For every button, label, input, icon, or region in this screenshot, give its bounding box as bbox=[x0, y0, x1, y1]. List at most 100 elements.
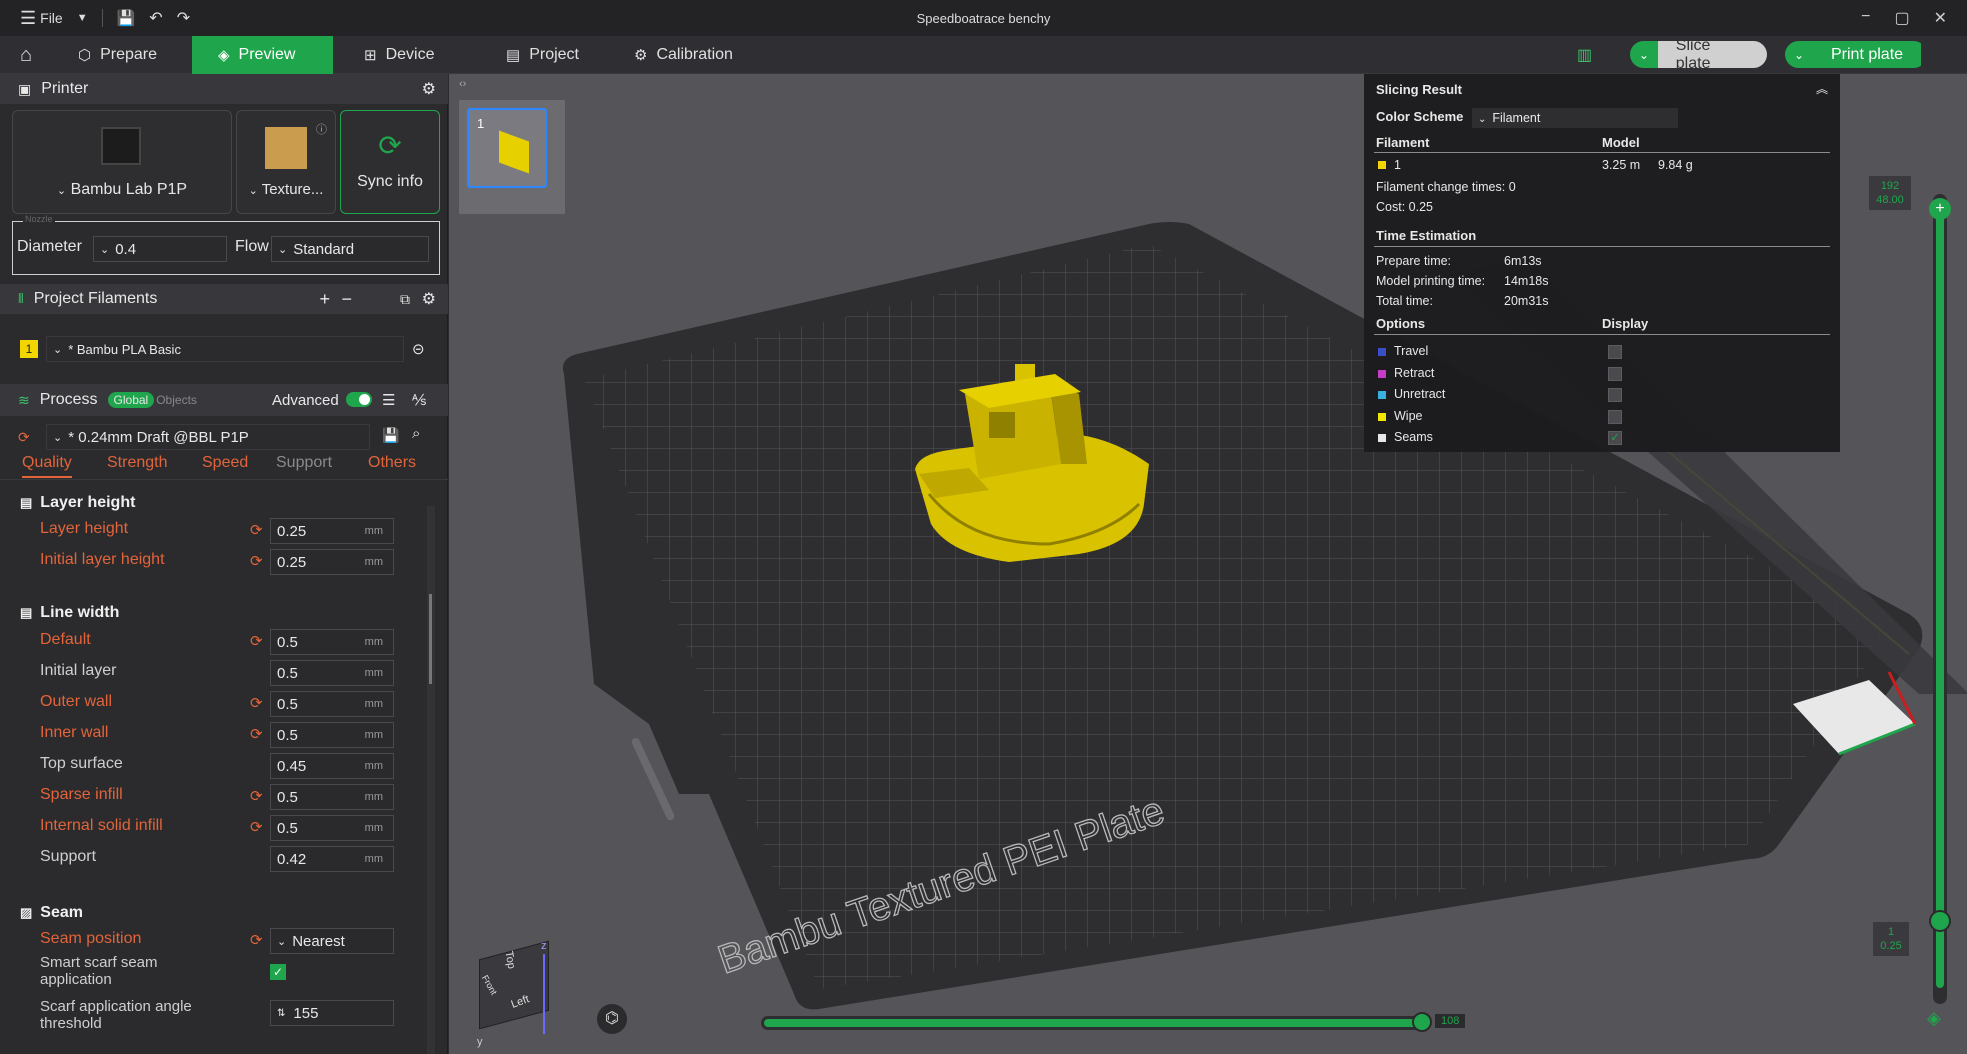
option-seams-checkbox[interactable]: ✓ bbox=[1608, 431, 1622, 445]
sparse-infill-input[interactable]: 0.5 mm bbox=[270, 784, 394, 810]
layers-view-icon[interactable]: ◈ bbox=[1927, 1008, 1941, 1029]
tab-speed[interactable]: Speed bbox=[202, 454, 248, 472]
reset-icon[interactable]: ⟳ bbox=[250, 725, 263, 743]
smart-scarf-label: Smart scarf seam application bbox=[40, 954, 158, 988]
collapse-icon[interactable]: ︽ bbox=[1816, 80, 1828, 97]
value: 0.42 bbox=[277, 850, 307, 868]
smart-scarf-checkbox[interactable]: ✓ bbox=[270, 964, 286, 980]
objects-toggle[interactable]: Objects bbox=[156, 393, 197, 407]
plate-select-card[interactable]: ⓘ ⌄ Texture... bbox=[236, 110, 336, 214]
list-view-icon[interactable]: ☰ bbox=[382, 391, 395, 409]
initial-layer-width-input[interactable]: 0.5 mm bbox=[270, 660, 394, 686]
chevron-down-icon[interactable]: ⌄ bbox=[1630, 41, 1658, 68]
gear-icon[interactable]: ⚙ bbox=[422, 289, 436, 309]
prepare-time-label: Prepare time: bbox=[1376, 254, 1452, 268]
advanced-switch[interactable] bbox=[346, 392, 372, 407]
reset-icon[interactable]: ⟳ bbox=[18, 429, 30, 446]
settings-scrollbar[interactable] bbox=[427, 506, 435, 1054]
settings-list: ▤ Layer height Layer height ⟳ 0.25 mm Init… bbox=[0, 484, 424, 1054]
filament-color-badge[interactable]: 1 bbox=[20, 340, 38, 358]
gear-icon[interactable]: ⚙ bbox=[422, 79, 436, 99]
remove-icon[interactable]: − bbox=[341, 289, 352, 310]
move-slider-handle[interactable] bbox=[1412, 1012, 1432, 1032]
maximize-icon[interactable]: ▢ bbox=[1894, 8, 1909, 28]
tab-project[interactable]: ▤ Project bbox=[492, 36, 593, 74]
tab-calibration[interactable]: ⚙ Calibration bbox=[620, 36, 747, 74]
seam-position-select[interactable]: ⌄ Nearest bbox=[270, 928, 394, 954]
redo-icon[interactable]: ↷ bbox=[177, 8, 190, 28]
initial-layer-height-input[interactable]: 0.25 mm bbox=[270, 549, 394, 575]
axis-y-label: y bbox=[477, 1036, 483, 1048]
tab-others[interactable]: Others bbox=[368, 454, 416, 472]
process-preset-select[interactable]: ⌄ * 0.24mm Draft @BBL P1P bbox=[46, 424, 370, 450]
tab-support[interactable]: Support bbox=[276, 454, 332, 472]
search-icon[interactable]: ⌕ bbox=[412, 425, 420, 442]
hamburger-menu-icon[interactable]: ☰ bbox=[20, 8, 36, 29]
close-icon[interactable]: ✕ bbox=[1934, 8, 1947, 28]
top-surface-input[interactable]: 0.45 mm bbox=[270, 753, 394, 779]
global-toggle[interactable]: Global bbox=[107, 392, 155, 408]
option-unretract-checkbox[interactable] bbox=[1608, 388, 1622, 402]
compare-icon[interactable]: ⅍ bbox=[412, 392, 426, 409]
reset-icon[interactable]: ⟳ bbox=[250, 931, 263, 949]
stepper-icon[interactable]: ⇅ bbox=[277, 1008, 285, 1019]
plate-thumbnail-selected[interactable]: 1 bbox=[467, 108, 547, 188]
save-preset-icon[interactable]: 💾 bbox=[382, 427, 399, 444]
layout-toggle-icon[interactable]: ▥ bbox=[1577, 45, 1592, 65]
reset-icon[interactable]: ⟳ bbox=[250, 521, 263, 539]
inner-wall-label: Inner wall bbox=[40, 724, 109, 741]
view-cube[interactable]: Top Left Front z y bbox=[471, 940, 571, 1050]
reset-icon[interactable]: ⟳ bbox=[250, 818, 263, 836]
tab-quality[interactable]: Quality bbox=[22, 454, 72, 478]
fit-view-button[interactable]: ⌬ bbox=[597, 1004, 627, 1034]
chevron-down-icon[interactable]: ⌄ bbox=[1785, 41, 1813, 68]
layer-slider-top-handle[interactable]: + bbox=[1929, 198, 1951, 220]
tab-preview[interactable]: ◈ Preview bbox=[192, 36, 333, 74]
layer-slider[interactable] bbox=[1933, 194, 1947, 1004]
color-scheme-select[interactable]: ⌄ Filament bbox=[1472, 108, 1678, 128]
outer-wall-input[interactable]: 0.5 mm bbox=[270, 691, 394, 717]
option-unretract-label: Unretract bbox=[1394, 387, 1446, 401]
option-wipe-checkbox[interactable] bbox=[1608, 409, 1622, 424]
layer-slider-bottom-handle[interactable] bbox=[1929, 910, 1951, 932]
tab-strength[interactable]: Strength bbox=[107, 454, 167, 472]
default-width-input[interactable]: 0.5 mm bbox=[270, 629, 394, 655]
reset-icon[interactable]: ⟳ bbox=[250, 632, 263, 650]
collapse-sidebar-icon[interactable]: ‹› bbox=[459, 78, 466, 90]
plate-thumbnail-card[interactable]: 1 bbox=[459, 100, 565, 214]
unit-label: mm bbox=[364, 822, 383, 834]
move-slider[interactable] bbox=[761, 1016, 1427, 1030]
chevron-down-icon: ⌄ bbox=[53, 343, 63, 356]
sync-info-button[interactable]: ⟳ Sync info bbox=[340, 110, 440, 214]
slice-plate-button[interactable]: ⌄ Slice plate bbox=[1630, 41, 1767, 68]
tab-device[interactable]: ⊞ Device bbox=[350, 36, 448, 74]
layer-height-input[interactable]: 0.25 mm bbox=[270, 518, 394, 544]
info-icon[interactable]: ⓘ bbox=[316, 121, 327, 137]
undo-icon[interactable]: ↶ bbox=[149, 8, 162, 28]
filament-options-icon[interactable]: ⊝ bbox=[412, 340, 425, 358]
filament-select[interactable]: ⌄ * Bambu PLA Basic bbox=[46, 336, 404, 362]
inner-wall-input[interactable]: 0.5 mm bbox=[270, 722, 394, 748]
minimize-icon[interactable]: − bbox=[1861, 8, 1870, 28]
reset-icon[interactable]: ⟳ bbox=[250, 552, 263, 570]
option-retract-checkbox[interactable] bbox=[1608, 366, 1622, 381]
value: 0.5 bbox=[277, 819, 298, 837]
filament-sync-icon[interactable]: ⧉ bbox=[400, 291, 410, 308]
print-plate-button[interactable]: ⌄ Print plate bbox=[1785, 41, 1927, 68]
support-width-input[interactable]: 0.42 mm bbox=[270, 846, 394, 872]
chevron-down-icon[interactable]: ▼ bbox=[77, 12, 88, 24]
file-menu[interactable]: File bbox=[40, 10, 63, 26]
reset-icon[interactable]: ⟳ bbox=[250, 787, 263, 805]
flow-select[interactable]: ⌄ Standard bbox=[271, 236, 429, 262]
tab-prepare[interactable]: ⬡ Prepare bbox=[64, 36, 171, 74]
add-icon[interactable]: + bbox=[319, 289, 330, 310]
option-travel-checkbox[interactable] bbox=[1608, 345, 1622, 359]
internal-solid-infill-input[interactable]: 0.5 mm bbox=[270, 815, 394, 841]
diameter-select[interactable]: ⌄ 0.4 bbox=[93, 236, 227, 262]
scarf-angle-stepper[interactable]: ⇅ 155 bbox=[270, 1000, 394, 1026]
reset-icon[interactable]: ⟳ bbox=[250, 694, 263, 712]
home-button[interactable]: ⌂ bbox=[6, 36, 46, 74]
save-icon[interactable]: 💾 bbox=[117, 9, 136, 27]
slicing-result-title: Slicing Result bbox=[1376, 82, 1462, 97]
printer-select-card[interactable]: ⌄ Bambu Lab P1P bbox=[12, 110, 232, 214]
